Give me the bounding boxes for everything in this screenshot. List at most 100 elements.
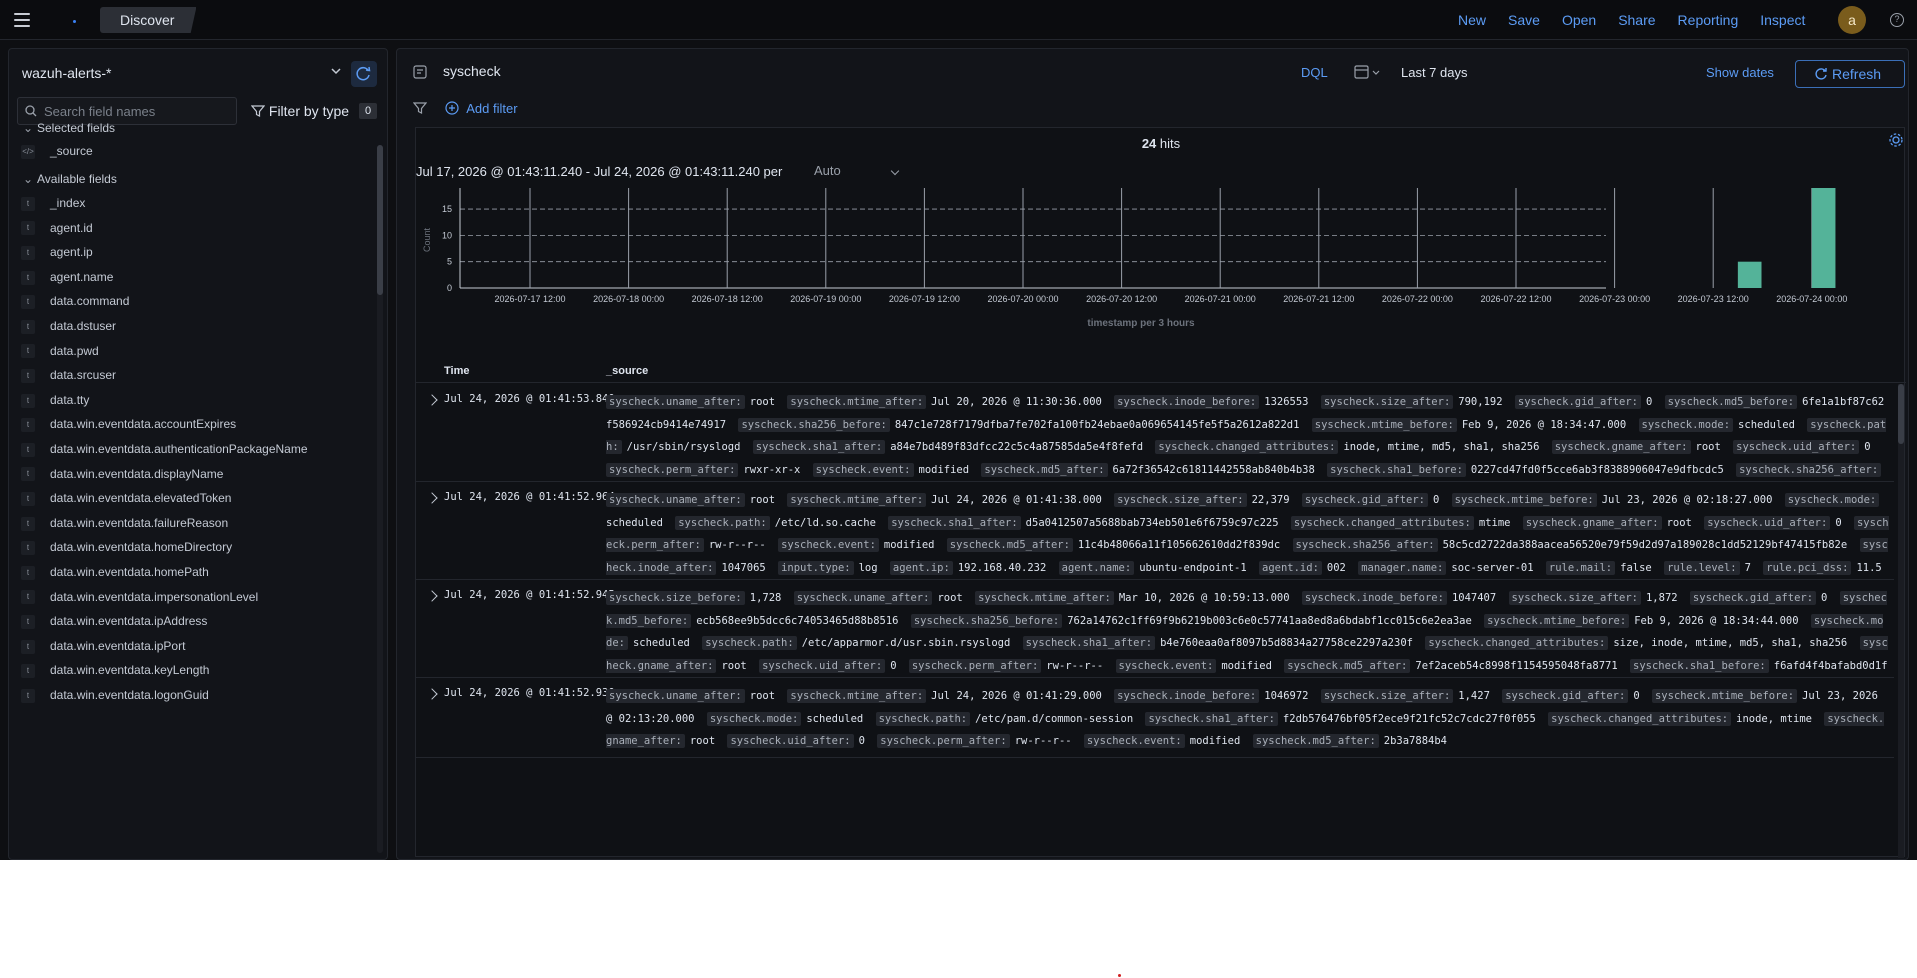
field-key: syscheck.uname_after: xyxy=(606,689,745,703)
field-item[interactable]: </> _source xyxy=(21,141,93,161)
expand-row-icon[interactable] xyxy=(426,394,438,406)
selected-fields-toggle[interactable]: ⌄ Selected fields xyxy=(23,121,115,135)
refresh-index-icon[interactable] xyxy=(351,61,377,87)
string-type-icon: t xyxy=(21,196,35,211)
field-item[interactable]: t data.win.eventdata.accountExpires xyxy=(21,414,236,434)
histogram-chart[interactable]: Count 0 5 10 15 2026-07-17 12:00 2026-07-18 00… xyxy=(416,180,1906,360)
x-tick-label: 2026-07-20 00:00 xyxy=(987,294,1058,304)
field-key: syscheck.md5_before: xyxy=(1664,395,1798,409)
histogram-bar[interactable] xyxy=(1811,188,1836,288)
field-value: 0 xyxy=(1633,690,1640,702)
histogram-bar[interactable] xyxy=(1737,261,1762,288)
field-value: Jul 20, 2026 @ 11:30:36.000 xyxy=(931,396,1102,408)
field-item[interactable]: t agent.name xyxy=(21,267,113,287)
table-row[interactable]: Jul 24, 2026 @ 01:41:52.930 syscheck.unam… xyxy=(416,678,1894,758)
index-pattern-selector[interactable]: wazuh-alerts-* xyxy=(9,49,387,97)
filter-icon[interactable] xyxy=(412,101,428,115)
saved-query-icon[interactable] xyxy=(413,65,427,79)
field-item[interactable]: t data.pwd xyxy=(21,341,99,361)
field-name: _index xyxy=(50,196,86,210)
row-timestamp: Jul 24, 2026 @ 01:41:52.930 xyxy=(444,687,615,699)
field-key: syscheck.sha1_before: xyxy=(1327,462,1466,477)
column-source[interactable]: _source xyxy=(606,365,648,377)
string-type-icon: t xyxy=(21,590,35,605)
expand-row-icon[interactable] xyxy=(426,590,438,602)
gear-icon[interactable] xyxy=(1888,132,1904,148)
string-type-icon: t xyxy=(21,369,35,384)
x-tick-label: 2026-07-18 12:00 xyxy=(692,294,763,304)
field-key: syscheck.sha256_before: xyxy=(910,613,1063,628)
open-button[interactable]: Open xyxy=(1562,12,1596,28)
field-item[interactable]: t _index xyxy=(21,193,85,213)
field-key: syscheck.gid_after: xyxy=(1502,689,1629,703)
expand-row-icon[interactable] xyxy=(426,492,438,504)
table-scrollbar[interactable] xyxy=(1898,384,1904,858)
field-key: syscheck.mtime_after: xyxy=(787,689,927,703)
show-dates-button[interactable]: Show dates xyxy=(1706,65,1774,80)
field-key: syscheck.uid_after: xyxy=(759,658,886,673)
available-fields-toggle[interactable]: ⌄ Available fields xyxy=(23,172,117,186)
field-value: Feb 9, 2026 @ 18:34:44.000 xyxy=(1634,614,1799,627)
field-item[interactable]: t data.dstuser xyxy=(21,316,116,336)
search-icon xyxy=(25,105,37,117)
field-item[interactable]: t data.srcuser xyxy=(21,365,116,385)
avatar[interactable]: a xyxy=(1838,6,1866,34)
field-item[interactable]: t data.win.eventdata.impersonationLevel xyxy=(21,587,258,607)
field-value: /etc/apparmor.d/usr.sbin.rsyslogd xyxy=(801,637,1011,649)
reporting-button[interactable]: Reporting xyxy=(1678,12,1739,28)
field-item[interactable]: t data.win.eventdata.homePath xyxy=(21,562,209,582)
field-value: 11.5 xyxy=(1856,561,1882,574)
table-row[interactable]: Jul 24, 2026 @ 01:41:52.945 syscheck.size… xyxy=(416,580,1894,678)
field-item[interactable]: t data.win.eventdata.failureReason xyxy=(21,513,228,533)
field-key: syscheck.inode_before: xyxy=(1301,591,1447,605)
field-item[interactable]: t data.win.eventdata.ipPort xyxy=(21,636,185,656)
field-item[interactable]: t data.win.eventdata.keyLength xyxy=(21,660,209,680)
field-item[interactable]: t data.command xyxy=(21,291,129,311)
refresh-button[interactable]: Refresh xyxy=(1795,60,1905,88)
date-range-picker[interactable]: Last 7 days xyxy=(1401,65,1468,80)
share-button[interactable]: Share xyxy=(1618,12,1655,28)
help-icon[interactable]: ? xyxy=(1890,13,1904,27)
filter-row: Add filter xyxy=(412,101,518,121)
field-item[interactable]: t data.win.eventdata.logonGuid xyxy=(21,685,209,705)
field-value: modified xyxy=(918,463,970,476)
field-value: Jul 24, 2026 @ 01:41:29.000 xyxy=(931,690,1102,702)
field-value: root xyxy=(749,494,776,506)
field-key: syscheck.event: xyxy=(812,462,914,477)
filter-by-type-button[interactable]: Filter by type 0 xyxy=(243,97,379,125)
x-tick-label: 2026-07-23 00:00 xyxy=(1579,294,1650,304)
menu-icon[interactable] xyxy=(14,13,30,27)
field-name: data.win.eventdata.displayName xyxy=(50,466,224,481)
breadcrumb-discover[interactable]: Discover xyxy=(100,7,197,33)
field-key: syscheck.sha256_before: xyxy=(738,417,890,432)
field-key: syscheck.inode_before: xyxy=(1114,395,1260,409)
field-item[interactable]: t agent.ip xyxy=(21,242,93,262)
field-item[interactable]: t data.win.eventdata.displayName xyxy=(21,464,223,484)
field-item[interactable]: t data.win.eventdata.elevatedToken xyxy=(21,488,231,508)
add-filter-button[interactable]: Add filter xyxy=(445,101,518,116)
query-input[interactable]: syscheck xyxy=(443,63,501,79)
field-item[interactable]: t data.tty xyxy=(21,390,89,410)
field-item[interactable]: t data.win.eventdata.authenticationPackag… xyxy=(21,439,308,459)
column-time[interactable]: Time xyxy=(444,365,469,377)
expand-row-icon[interactable] xyxy=(426,688,438,700)
inspect-button[interactable]: Inspect xyxy=(1760,12,1805,28)
field-item[interactable]: t agent.id xyxy=(21,218,93,238)
x-tick-label: 2026-07-20 12:00 xyxy=(1086,294,1157,304)
field-item[interactable]: t data.win.eventdata.homeDirectory xyxy=(21,537,232,557)
selected-fields-label: Selected fields xyxy=(37,121,116,135)
app-logo[interactable] xyxy=(54,10,78,32)
field-key: rule.level: xyxy=(1664,560,1740,575)
sidebar-scrollbar[interactable] xyxy=(377,145,383,853)
field-key: syscheck.size_after: xyxy=(1320,395,1454,409)
table-row[interactable]: Jul 24, 2026 @ 01:41:52.964 syscheck.unam… xyxy=(416,482,1894,580)
save-button[interactable]: Save xyxy=(1508,12,1540,28)
field-value: 0 xyxy=(1645,396,1653,408)
dql-toggle[interactable]: DQL xyxy=(1301,65,1328,80)
x-tick-label: 2026-07-19 00:00 xyxy=(790,294,861,304)
string-type-icon: t xyxy=(21,270,35,285)
table-row[interactable]: Jul 24, 2026 @ 01:41:53.840 syscheck.unam… xyxy=(416,384,1894,482)
new-button[interactable]: New xyxy=(1458,12,1486,28)
calendar-icon[interactable] xyxy=(1353,63,1385,81)
field-item[interactable]: t data.win.eventdata.ipAddress xyxy=(21,611,207,631)
